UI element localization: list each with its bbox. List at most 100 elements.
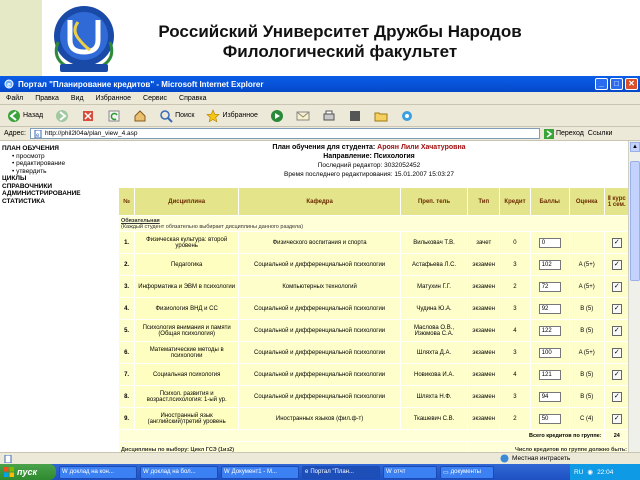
task-label-2: доклад на бол... [150,469,196,475]
row-grade: A (5+) [568,275,605,298]
menu-tools[interactable]: Сервис [143,95,167,102]
address-input[interactable]: e http://phil2l04a/plan_view_4.asp [29,128,540,139]
menu-file[interactable]: Файл [6,95,23,102]
taskbar-item-2[interactable]: Wдоклад на бол... [140,465,218,479]
last-edit-time: 15.01.2007 15:03:27 [394,171,454,178]
taskbar-item-4[interactable]: e Портал "План... [302,465,380,479]
close-button[interactable]: ✕ [625,78,638,90]
row-type: экзамен [467,319,501,342]
plan-direction: Психология [373,153,415,160]
row-type: экзамен [467,385,501,408]
menu-favorites[interactable]: Избранное [96,95,131,102]
side-menu-sub-view[interactable]: • просмотр [2,153,112,161]
semester-checkbox[interactable]: ✓ [611,325,622,336]
printer-icon [323,110,335,120]
semester-checkbox[interactable]: ✓ [611,303,622,314]
semester-checkbox[interactable]: ✓ [611,413,622,424]
row-number: 2. [117,253,136,276]
row-department: Социальной и дифференциальной психологии [238,253,401,276]
scroll-thumb[interactable] [630,161,640,281]
row-teacher: Ткашевич С.В. [399,407,469,430]
windows-logo-icon [4,467,14,477]
row-score-cell: 121 [529,363,570,386]
go-button[interactable]: Переход [543,128,584,139]
side-menu-sub-approve[interactable]: • утвердить [2,168,112,176]
refresh-button[interactable] [104,107,124,125]
folder-task-icon: ▭ [443,469,449,476]
score-input[interactable]: 50 [538,413,561,424]
vertical-scrollbar[interactable]: ▲ [628,141,640,464]
taskbar-item-5[interactable]: Wотчт [383,465,437,479]
home-button[interactable] [130,107,150,125]
taskbar-item-folder[interactable]: ▭ документы [440,465,494,479]
score-input[interactable]: 94 [538,391,561,402]
row-number: 1. [117,231,136,254]
back-button[interactable]: Назад [4,107,46,125]
row-department: Социальной и дифференциальной психологии [238,385,401,408]
row-type: экзамен [467,341,501,364]
side-menu-references[interactable]: СПРАВОЧНИКИ [2,183,112,191]
semester-checkbox[interactable]: ✓ [611,281,622,292]
taskbar-item-1[interactable]: Wдоклад на кон... [59,465,137,479]
score-input[interactable]: 0 [538,237,561,248]
side-menu-stats[interactable]: СТАТИСТИКА [2,198,112,206]
stop-icon [83,110,94,121]
row-grade [568,231,605,254]
page-done-icon [4,454,12,463]
semester-checkbox[interactable]: ✓ [611,259,622,270]
task-label-4: Портал "План... [310,469,354,475]
maximize-button[interactable]: □ [610,78,623,90]
edit-button[interactable] [345,107,365,125]
messenger-button[interactable] [397,107,417,125]
score-input[interactable]: 92 [538,303,561,314]
side-menu-plan[interactable]: ПЛАН ОБУЧЕНИЯ [2,145,112,153]
menu-edit[interactable]: Правка [35,95,59,102]
row-type: экзамен [467,363,501,386]
score-input[interactable]: 72 [538,281,561,292]
search-button[interactable]: Поиск [156,107,197,125]
row-discipline: Информатика и ЭВМ в психологии [134,275,240,298]
side-menu-sub-edit[interactable]: • редактирование [2,160,112,168]
media-button[interactable] [267,107,287,125]
row-type: зачет [467,231,501,254]
menu-view[interactable]: Вид [71,95,84,102]
window-titlebar[interactable]: e Портал "Планирование кредитов" - Micro… [0,76,640,92]
score-input[interactable]: 122 [538,325,561,336]
table-row: 3. Информатика и ЭВМ в психологии Компьюте… [117,275,628,298]
semester-checkbox[interactable]: ✓ [611,237,622,248]
mail-button[interactable] [293,107,313,125]
row-grade: A (5+) [568,253,605,276]
side-menu-cycles[interactable]: ЦИКЛЫ [2,175,112,183]
row-number: 5. [117,319,136,342]
score-input[interactable]: 102 [538,259,561,270]
forward-button[interactable] [52,107,72,125]
left-strip [0,0,42,76]
star-icon [206,108,221,122]
start-button[interactable]: пуск [0,464,56,480]
language-indicator[interactable]: RU [574,469,583,476]
col-score: Баллы [529,187,570,216]
stop-button[interactable] [78,107,98,125]
scroll-up-icon[interactable]: ▲ [630,142,640,152]
minimize-button[interactable]: _ [595,78,608,90]
row-number: 6. [117,341,136,364]
ie-task-icon: e [305,469,309,475]
semester-checkbox[interactable]: ✓ [611,391,622,402]
table-row: 8. Психол. развития и возраст.психология:… [117,385,628,408]
plan-title-prefix: План обучения для студента: [272,144,376,151]
discuss-button[interactable] [371,107,391,125]
semester-checkbox[interactable]: ✓ [611,369,622,380]
folder-icon [374,112,388,121]
links-label[interactable]: Ссылки [588,130,613,137]
favorites-button[interactable]: Избранное [203,107,260,125]
taskbar-item-3[interactable]: W Документ1 - M... [221,465,299,479]
score-input[interactable]: 121 [538,369,561,380]
row-number: 9. [117,407,136,430]
favorites-label: Избранное [222,112,258,119]
print-button[interactable] [319,107,339,125]
row-grade: B (5) [568,385,605,408]
semester-checkbox[interactable]: ✓ [611,347,622,358]
side-menu-admin[interactable]: АДМИНИСТРИРОВАНИЕ [2,190,112,198]
score-input[interactable]: 100 [538,347,561,358]
menu-help[interactable]: Справка [179,95,206,102]
